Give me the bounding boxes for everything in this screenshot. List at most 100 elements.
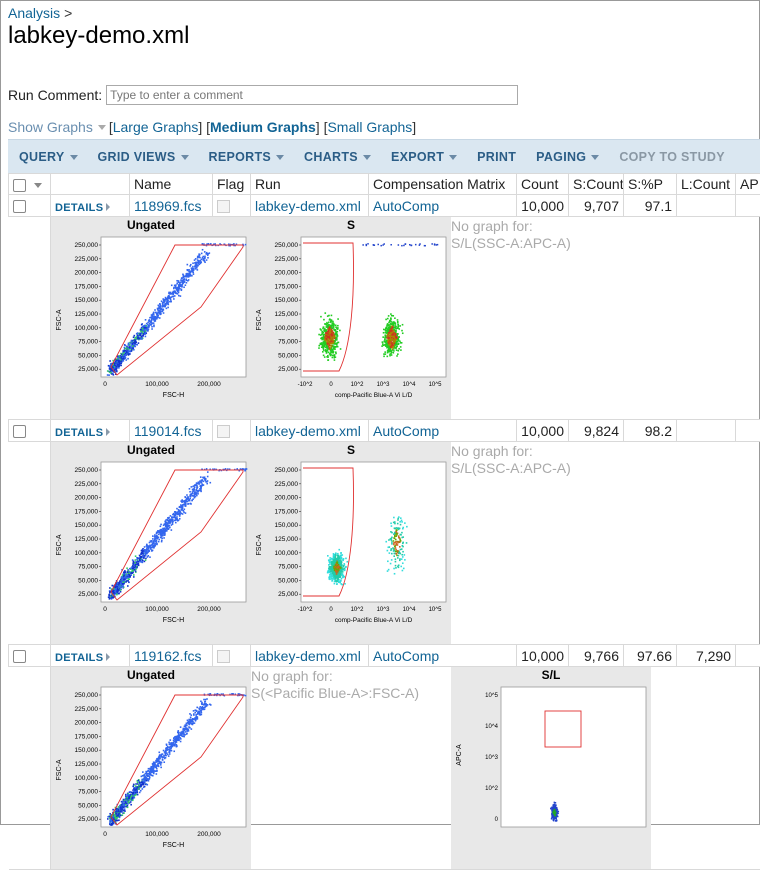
compensation-link[interactable]: AutoComp — [373, 648, 439, 664]
paging-menu[interactable]: PAGING — [536, 150, 599, 164]
small-graphs-link[interactable]: Small Graphs — [327, 119, 412, 135]
query-label: QUERY — [19, 150, 65, 164]
event-dot — [206, 704, 208, 706]
event-dot — [205, 253, 207, 255]
flag-icon[interactable] — [217, 425, 230, 438]
column-header-name[interactable]: Name — [130, 174, 213, 195]
event-dot — [387, 334, 389, 336]
event-dot — [397, 350, 399, 352]
event-dot — [206, 259, 208, 261]
details-link[interactable]: DETAILS — [55, 202, 110, 214]
event-dot — [233, 243, 235, 245]
event-dot — [164, 521, 166, 523]
event-dot — [118, 582, 120, 584]
axis-tick-label: 100,000 — [145, 606, 169, 613]
medium-graphs-link[interactable]: Medium Graphs — [210, 119, 316, 135]
event-dot — [119, 580, 121, 582]
event-dot — [126, 567, 128, 569]
run-link[interactable]: labkey-demo.xml — [255, 648, 361, 664]
event-dot — [393, 346, 395, 348]
file-name-link[interactable]: 119162.fcs — [134, 648, 201, 664]
column-header-s-count[interactable]: S:Count — [569, 174, 624, 195]
reports-menu[interactable]: REPORTS — [209, 150, 285, 164]
event-dot — [393, 328, 395, 330]
row-checkbox[interactable] — [13, 650, 26, 663]
column-header-ap[interactable]: AP — [736, 174, 760, 195]
run-link[interactable]: labkey-demo.xml — [255, 423, 361, 439]
breadcrumb-analysis-link[interactable]: Analysis — [8, 5, 60, 21]
event-dot — [131, 792, 133, 794]
event-dot — [383, 329, 385, 331]
breadcrumb-separator: > — [64, 5, 72, 21]
compensation-link[interactable]: AutoComp — [373, 423, 439, 439]
select-all-checkbox[interactable] — [13, 179, 26, 192]
event-dot — [148, 768, 150, 770]
event-dot — [138, 563, 140, 565]
event-dot — [393, 517, 395, 519]
event-dot — [121, 576, 123, 578]
s-plot[interactable]: S250,000225,000200,000175,000150,000125,… — [251, 442, 451, 644]
event-dot — [148, 780, 150, 782]
column-header-l-count[interactable]: L:Count — [677, 174, 736, 195]
event-dot — [187, 720, 189, 722]
results-table: Name Flag Run Compensation Matrix Count … — [8, 173, 760, 870]
event-dot — [208, 243, 210, 245]
event-dot — [336, 327, 338, 329]
show-graphs-menu[interactable]: Show Graphs — [8, 119, 93, 135]
flag-icon[interactable] — [217, 650, 230, 663]
event-dot — [337, 578, 339, 580]
event-dot — [337, 318, 339, 320]
event-dot — [136, 344, 138, 346]
event-dot — [137, 780, 139, 782]
axis-tick-label: 250,000 — [75, 467, 99, 474]
event-dot — [199, 713, 201, 715]
event-dot — [168, 742, 170, 744]
event-dot — [151, 769, 153, 771]
event-dot — [437, 244, 439, 246]
compensation-link[interactable]: AutoComp — [373, 198, 439, 214]
event-dot — [209, 482, 211, 484]
file-name-link[interactable]: 119014.fcs — [134, 423, 201, 439]
event-dot — [169, 753, 171, 755]
file-name-link[interactable]: 118969.fcs — [134, 198, 201, 214]
event-dot — [142, 775, 144, 777]
flag-icon[interactable] — [217, 200, 230, 213]
event-dot — [179, 282, 181, 284]
select-menu-icon[interactable] — [34, 183, 42, 188]
sl-plot[interactable]: S/L10^510^410^310^20APC-A — [451, 667, 651, 869]
s-plot[interactable]: S250,000225,000200,000175,000150,000125,… — [251, 217, 451, 419]
charts-menu[interactable]: CHARTS — [304, 150, 371, 164]
ungated-plot[interactable]: Ungated250,000225,000200,000175,000150,0… — [51, 442, 251, 644]
event-dot — [141, 337, 143, 339]
event-dot — [131, 341, 133, 343]
event-dot — [149, 773, 151, 775]
event-dot — [393, 544, 395, 546]
copy-to-study-button[interactable]: COPY TO STUDY — [619, 150, 725, 164]
event-dot — [337, 555, 339, 557]
event-dot — [157, 308, 159, 310]
ungated-plot[interactable]: Ungated250,000225,000200,000175,000150,0… — [51, 667, 251, 869]
print-button[interactable]: PRINT — [477, 150, 516, 164]
details-link[interactable]: DETAILS — [55, 652, 110, 664]
event-dot — [244, 469, 246, 471]
row-checkbox[interactable] — [13, 425, 26, 438]
run-comment-input[interactable] — [106, 85, 518, 105]
column-header-compensation[interactable]: Compensation Matrix — [369, 174, 517, 195]
run-link[interactable]: labkey-demo.xml — [255, 198, 361, 214]
column-header-count[interactable]: Count — [517, 174, 569, 195]
show-graphs-dropdown-icon[interactable] — [98, 125, 106, 130]
large-graphs-link[interactable]: Large Graphs — [113, 119, 199, 135]
event-dot — [394, 536, 396, 538]
row-checkbox[interactable] — [13, 200, 26, 213]
column-header-s-p[interactable]: S:%P — [624, 174, 677, 195]
column-header-run[interactable]: Run — [251, 174, 369, 195]
column-header-flag[interactable]: Flag — [213, 174, 251, 195]
grid-views-menu[interactable]: GRID VIEWS — [98, 150, 189, 164]
s-count-cell: 9,707 — [569, 195, 624, 217]
event-dot — [115, 811, 117, 813]
export-menu[interactable]: EXPORT — [391, 150, 457, 164]
query-menu[interactable]: QUERY — [19, 150, 78, 164]
details-link[interactable]: DETAILS — [55, 427, 110, 439]
ungated-plot[interactable]: Ungated250,000225,000200,000175,000150,0… — [51, 217, 251, 419]
axis-tick-label: 100,000 — [145, 381, 169, 388]
